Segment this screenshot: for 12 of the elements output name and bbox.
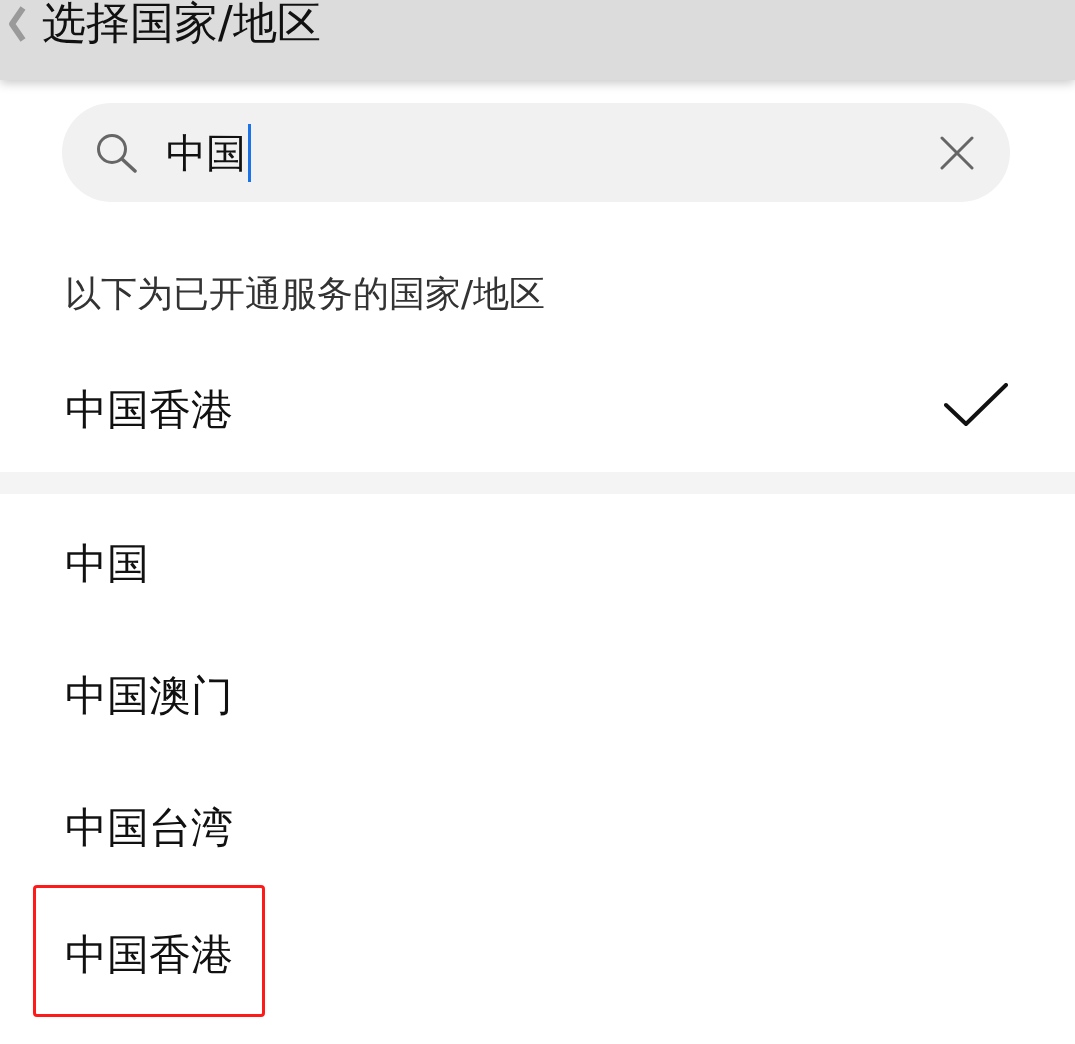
search-icon [95, 132, 139, 173]
search-value: 中国 [166, 128, 246, 177]
section-label: 以下为已开通服务的国家/地区 [65, 272, 546, 315]
country-option[interactable]: 中国香港 [65, 384, 233, 435]
country-option[interactable]: 中国澳门 [65, 671, 233, 721]
search-field[interactable]: 中国 [62, 103, 1010, 202]
close-icon[interactable] [940, 135, 974, 170]
country-option[interactable]: 中国 [65, 539, 149, 589]
text-cursor-icon [248, 123, 251, 182]
screen-title: 选择国家/地区 [42, 0, 321, 46]
country-option[interactable]: 中国香港 [65, 930, 233, 980]
country-option[interactable]: 中国台湾 [65, 803, 233, 853]
